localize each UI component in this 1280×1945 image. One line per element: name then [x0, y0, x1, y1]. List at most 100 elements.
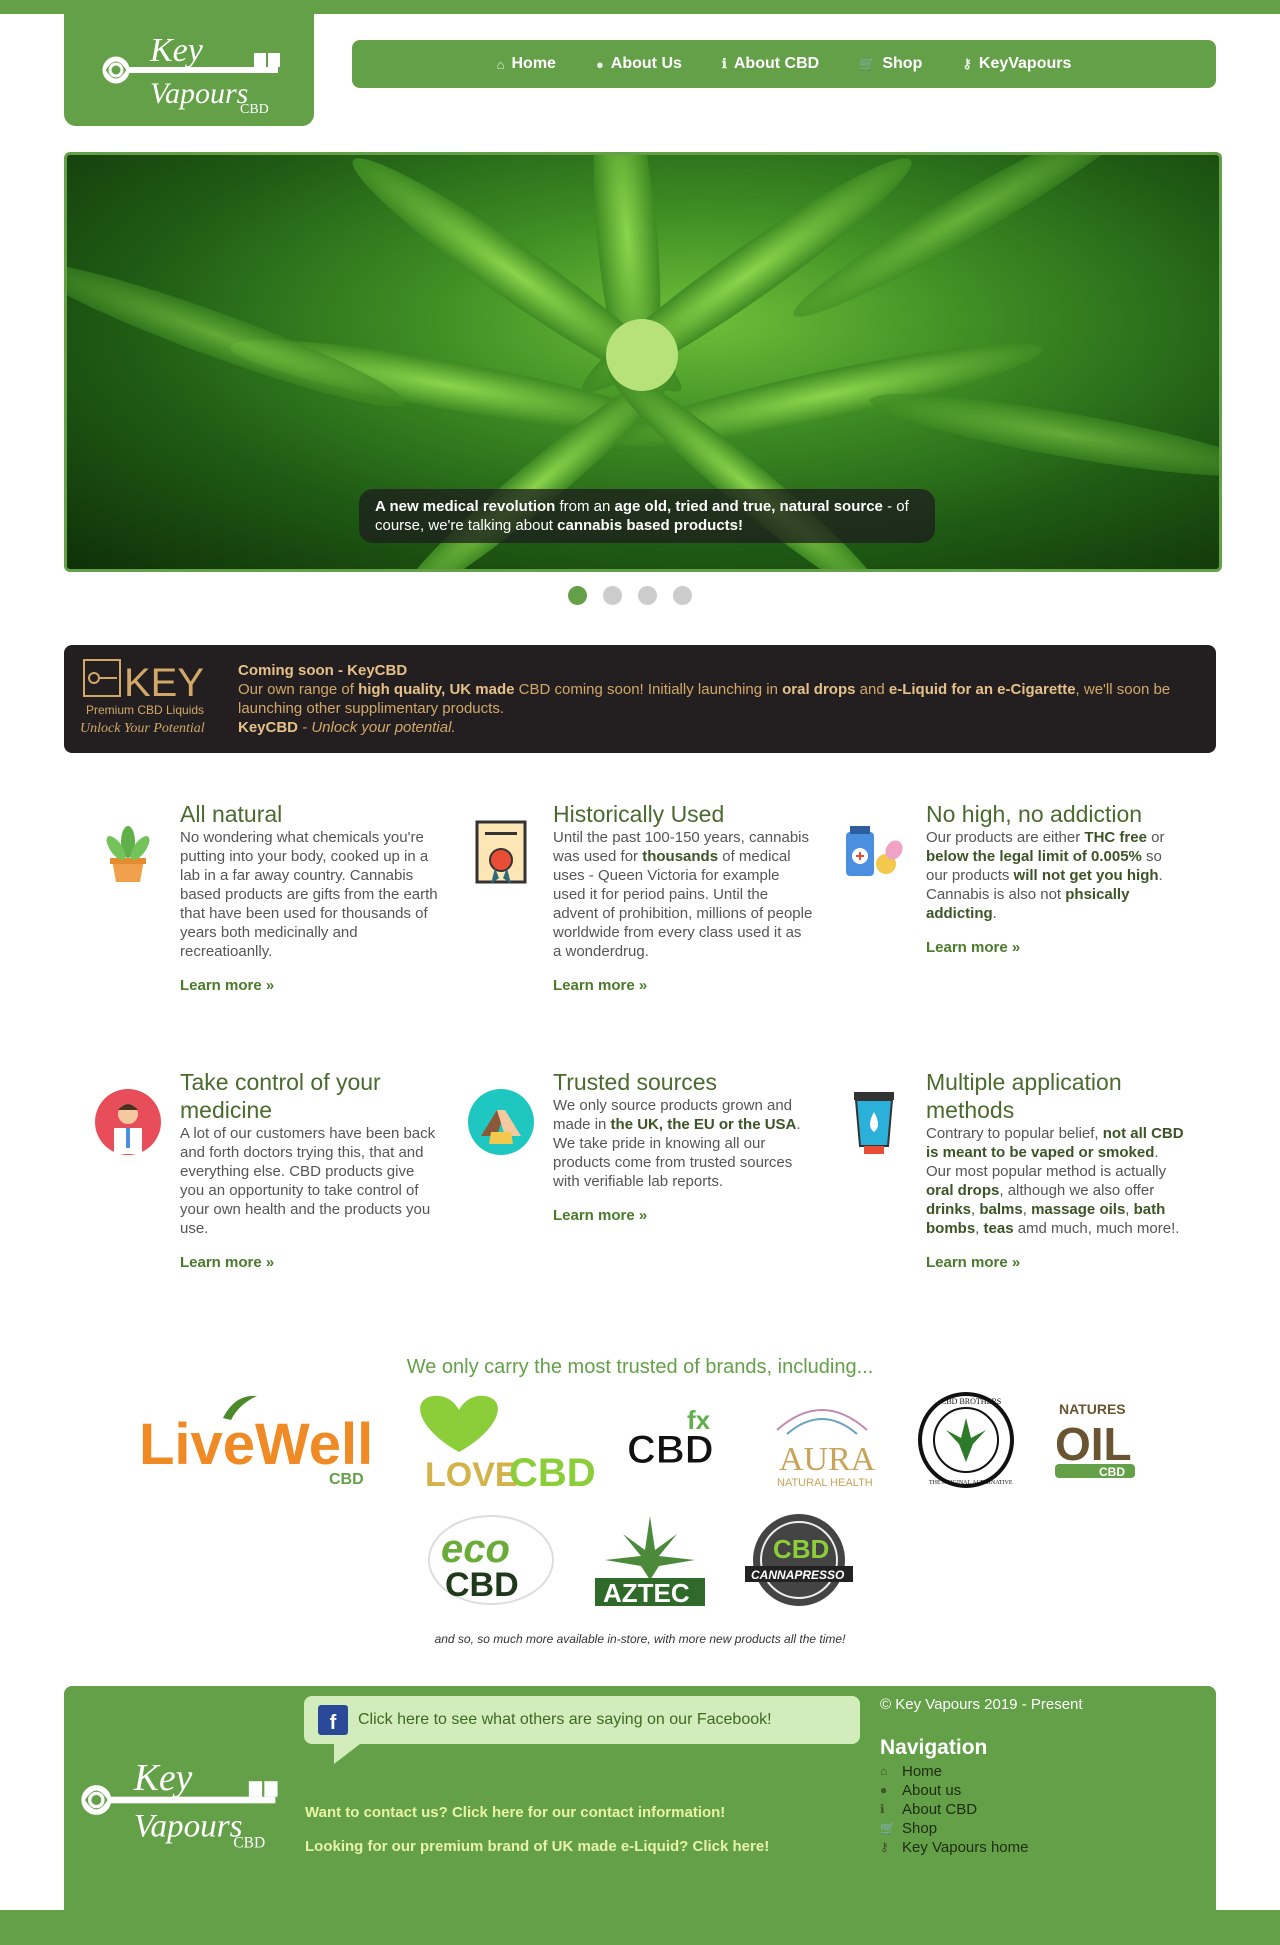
feature-text: Our products are either THC free or belo… [926, 829, 1165, 922]
love-cbd-logo: LOVE CBD [420, 1395, 596, 1490]
carousel-dot-4[interactable] [673, 586, 692, 605]
cart-icon: 🛒 [859, 56, 876, 71]
brand-aura[interactable]: AURA NATURAL HEALTH [757, 1390, 887, 1490]
info-icon: ℹ [880, 1802, 885, 1816]
cannapresso-logo: CBD CANNAPRESSO [745, 1514, 853, 1606]
keycbd-promo-banner[interactable]: KEY Premium CBD Liquids Unlock Your Pote… [64, 645, 1216, 753]
pills-icon [846, 826, 903, 876]
user-icon: ● [595, 56, 604, 72]
brand-cbd-fx[interactable]: CBD fx [623, 1395, 733, 1485]
feature-title: No high, no addiction [926, 801, 1143, 827]
cbd-brothers-logo: CBD BROTHERS THE ORIGINAL ALTERNATIVE [918, 1392, 1014, 1488]
livewell-logo: LiveWell CBD [139, 1395, 373, 1488]
hero-carousel[interactable]: A new medical revolution from an age old… [64, 152, 1222, 572]
footer-nav-about-cbd[interactable]: ℹ About CBD [880, 1800, 1028, 1819]
brands-note: and so, so much more available in-store,… [434, 1632, 846, 1646]
svg-text:CBD: CBD [445, 1566, 519, 1604]
svg-text:NATURES: NATURES [1059, 1401, 1126, 1417]
learn-more-link[interactable]: Learn more » [180, 1254, 440, 1271]
carousel-dot-1[interactable] [568, 586, 587, 605]
svg-text:CBD BROTHERS: CBD BROTHERS [941, 1397, 1001, 1406]
footer: Key Vapours CBD f Click here to see what… [64, 1686, 1216, 1910]
bottom-bar [0, 1910, 1280, 1945]
svg-text:CBD: CBD [1099, 1465, 1125, 1479]
cart-icon: 🛒 [880, 1821, 895, 1835]
learn-more-link[interactable]: Learn more » [553, 977, 813, 994]
svg-text:LOVE: LOVE [425, 1456, 518, 1490]
svg-text:CBD: CBD [240, 102, 269, 115]
key-cbd-logo-graphic: KEY Premium CBD Liquids Unlock Your Pote… [80, 658, 205, 736]
brand-cbd-brothers[interactable]: CBD BROTHERS THE ORIGINAL ALTERNATIVE [911, 1390, 1021, 1490]
feature-text: A lot of our customers have been back an… [180, 1125, 436, 1237]
learn-more-link[interactable]: Learn more » [180, 977, 440, 994]
brands-row-1: LiveWell CBD LOVE CBD CBD fx AURA NATURA… [0, 1390, 1280, 1490]
site-logo[interactable]: Key Vapours CBD [64, 14, 314, 126]
footer-nav-shop[interactable]: 🛒 Shop [880, 1819, 1028, 1838]
svg-text:OIL: OIL [1055, 1418, 1132, 1470]
feature-text: No wondering what chemicals you're putti… [180, 829, 438, 960]
svg-text:eco: eco [441, 1527, 510, 1571]
brands-row-2: eco CBD AZTEC CBD CANNAPRESSO [0, 1510, 1280, 1610]
svg-text:NATURAL HEALTH: NATURAL HEALTH [777, 1477, 873, 1489]
svg-text:KEY: KEY [124, 661, 204, 705]
brand-livewell[interactable]: LiveWell CBD [135, 1390, 375, 1490]
nav-about-us[interactable]: ● About Us [596, 55, 682, 73]
certificate-icon [475, 820, 527, 884]
svg-text:CBD: CBD [773, 1534, 829, 1564]
feature-text: Contrary to popular belief, not all CBD … [926, 1125, 1184, 1237]
info-icon: ℹ [721, 56, 727, 71]
svg-text:Key: Key [149, 32, 204, 69]
svg-text:Key: Key [133, 1758, 193, 1799]
top-bar [0, 0, 1280, 14]
nav-about-cbd[interactable]: ℹ About CBD [722, 55, 819, 73]
learn-more-link[interactable]: Learn more » [926, 1254, 1186, 1271]
feature-text: Until the past 100-150 years, cannabis w… [553, 829, 813, 960]
brand-cannapresso[interactable]: CBD CANNAPRESSO [739, 1510, 859, 1610]
footer-nav-home[interactable]: ⌂ Home [880, 1762, 1028, 1781]
svg-text:CBD: CBD [329, 1471, 364, 1488]
brands-title: We only carry the most trusted of brands… [406, 1356, 874, 1378]
svg-text:CANNAPRESSO: CANNAPRESSO [751, 1568, 845, 1582]
contact-link[interactable]: Want to contact us? Click here for our c… [305, 1804, 725, 1821]
brand-natures-oil[interactable]: NATURES OIL CBD [1045, 1390, 1145, 1490]
brand-aztec[interactable]: AZTEC [585, 1510, 715, 1610]
facebook-link[interactable]: f Click here to see what others are sayi… [304, 1696, 860, 1744]
carousel-dot-2[interactable] [603, 586, 622, 605]
footer-logo[interactable]: Key Vapours CBD [72, 1750, 282, 1855]
natures-oil-logo: NATURES OIL CBD [1055, 1401, 1135, 1479]
svg-text:Unlock Your Potential: Unlock Your Potential [80, 721, 205, 736]
main-nav: ⌂ Home ● About Us ℹ About CBD 🛒 Shop ⚷ KeyVap… [352, 40, 1216, 88]
premium-brand-link[interactable]: Looking for our premium brand of UK made… [305, 1838, 769, 1855]
key-vapours-logo: Key Vapours CBD [81, 1758, 278, 1852]
plant-pot-icon [106, 826, 150, 882]
svg-text:THE ORIGINAL ALTERNATIVE: THE ORIGINAL ALTERNATIVE [929, 1480, 1013, 1486]
hero-caption: A new medical revolution from an age old… [359, 489, 935, 543]
nav-keyvapours[interactable]: ⚷ KeyVapours [962, 55, 1071, 73]
tube-icon [854, 1092, 894, 1154]
svg-text:Vapours: Vapours [134, 1807, 243, 1844]
footer-nav-key-vapours[interactable]: ⚷ Key Vapours home [880, 1838, 1028, 1857]
learn-more-link[interactable]: Learn more » [926, 939, 1186, 956]
brand-love-cbd[interactable]: LOVE CBD [399, 1390, 599, 1490]
footer-nav-title: Navigation [880, 1736, 988, 1759]
footer-nav-about-us[interactable]: ● About us [880, 1781, 1028, 1800]
svg-text:Vapours: Vapours [150, 77, 248, 110]
nav-home[interactable]: ⌂ Home [497, 55, 556, 73]
nav-shop[interactable]: 🛒 Shop [859, 55, 922, 73]
learn-more-link[interactable]: Learn more » [553, 1207, 813, 1224]
facebook-icon: f [318, 1705, 348, 1735]
feature-title: All natural [180, 801, 283, 827]
svg-text:CBD: CBD [509, 1451, 596, 1490]
brand-eco-cbd[interactable]: eco CBD [421, 1510, 561, 1610]
handshake-icon [468, 1089, 534, 1155]
svg-text:Premium CBD Liquids: Premium CBD Liquids [86, 703, 204, 717]
doctor-icon [95, 1089, 161, 1155]
carousel-dot-3[interactable] [638, 586, 657, 605]
cbd-fx-logo: CBD fx [627, 1405, 715, 1473]
aztec-logo: AZTEC [595, 1516, 705, 1608]
key-icon: ⚷ [962, 56, 972, 71]
svg-text:LiveWell: LiveWell [139, 1412, 373, 1477]
eco-cbd-logo: eco CBD [428, 1515, 554, 1605]
footer-nav: ⌂ Home ● About us ℹ About CBD 🛒 Shop ⚷ Key Va… [880, 1762, 1028, 1857]
speech-bubble-tail [334, 1744, 360, 1764]
